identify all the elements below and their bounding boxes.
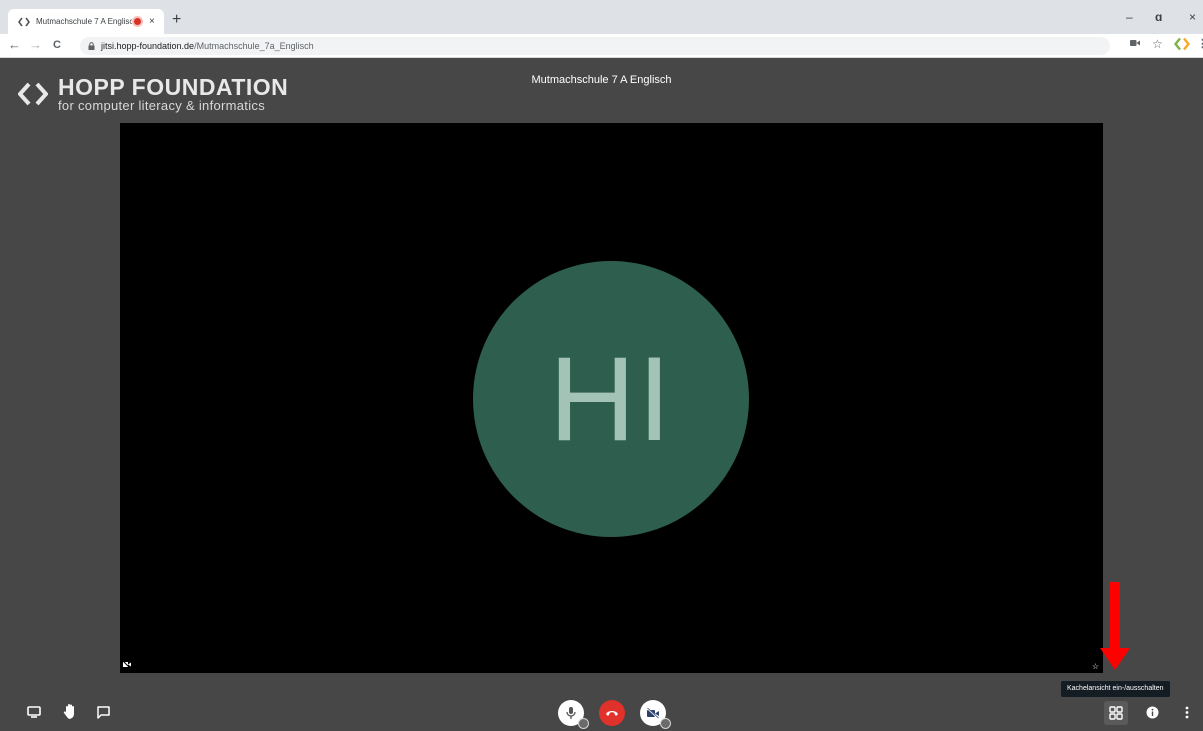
url-path: /Mutmachschule_7a_Englisch — [194, 41, 314, 51]
window-restore-button[interactable]: ɑ — [1155, 10, 1162, 24]
new-tab-button[interactable]: + — [172, 11, 181, 29]
microphone-button[interactable] — [558, 700, 589, 729]
address-bar[interactable]: jitsi.hopp-foundation.de/Mutmachschule_7… — [80, 37, 1110, 55]
bookmark-star-icon[interactable]: ☆ — [1152, 37, 1163, 51]
url-host: jitsi.hopp-foundation.de — [101, 41, 195, 51]
browser-nav-bar: ← → C jitsi.hopp-foundation.de/Mutmachsc… — [0, 34, 1203, 58]
back-button[interactable]: ← — [8, 37, 21, 53]
meeting-stage: HOPP FOUNDATION for computer literacy & … — [0, 58, 1203, 731]
moderator-star-icon: ☆ — [1091, 662, 1099, 671]
participant-initials: HI — [549, 332, 673, 466]
window-close-button[interactable]: × — [1189, 10, 1196, 24]
meeting-title: Mutmachschule 7 A Englisch — [531, 74, 672, 86]
window-minimize-button[interactable]: – — [1126, 10, 1133, 24]
tile-view-tooltip: Kachelansicht ein-/ausschalten — [1061, 681, 1170, 697]
lock-icon — [88, 42, 95, 50]
tile-view-icon — [1109, 706, 1123, 720]
red-arrow-annotation-icon — [1100, 582, 1130, 670]
hangup-icon — [606, 711, 618, 716]
screen-share-icon[interactable] — [27, 706, 41, 718]
more-options-icon[interactable] — [1185, 706, 1189, 719]
tile-view-button[interactable] — [1104, 701, 1128, 725]
browser-tab[interactable]: Mutmachschule 7 A Englisch × — [8, 9, 164, 34]
microphone-options-icon[interactable] — [578, 718, 589, 729]
forward-button[interactable]: → — [29, 37, 42, 53]
browser-tab-bar: Mutmachschule 7 A Englisch × + – ɑ × — [0, 0, 1203, 34]
brand-tagline: for computer literacy & informatics — [58, 98, 266, 113]
tab-title: Mutmachschule 7 A Englisch — [36, 17, 132, 26]
address-url: jitsi.hopp-foundation.de/Mutmachschule_7… — [101, 41, 314, 51]
raise-hand-icon[interactable] — [63, 703, 78, 720]
browser-menu-icon[interactable]: ⋮ — [1197, 37, 1203, 50]
camera-button[interactable] — [640, 700, 671, 729]
camera-off-icon — [646, 707, 659, 719]
recording-indicator-icon — [134, 18, 141, 25]
camera-in-use-icon[interactable] — [1130, 38, 1140, 50]
hopp-favicon-icon — [18, 16, 30, 28]
camera-options-icon[interactable] — [660, 718, 671, 729]
hangup-button[interactable] — [599, 700, 625, 726]
camera-muted-indicator-icon — [122, 660, 131, 670]
hopp-extension-icon[interactable] — [1173, 37, 1191, 54]
info-icon[interactable] — [1146, 706, 1159, 719]
participant-avatar: HI — [473, 261, 749, 537]
microphone-icon — [566, 707, 576, 719]
large-video-area[interactable]: HI ☆ — [120, 123, 1103, 673]
reload-button[interactable]: C — [53, 37, 61, 53]
chat-icon[interactable] — [97, 706, 110, 719]
tab-close-icon[interactable]: × — [149, 16, 155, 27]
